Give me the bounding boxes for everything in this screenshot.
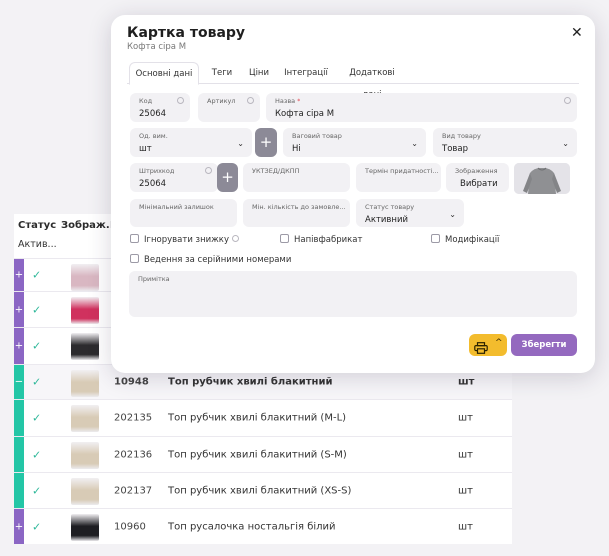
chevron-down-icon: ⌄ bbox=[562, 139, 569, 148]
cell-name: Топ русалочка ностальгія білий bbox=[168, 521, 336, 532]
cell-name: Топ рубчик хвилі блакитний (XS-S) bbox=[168, 485, 352, 496]
status-check-icon: ✓ bbox=[32, 411, 42, 425]
cell-code: 10948 bbox=[114, 376, 149, 388]
table-row[interactable]: + ✓ 10960 Топ русалочка ностальгія білий шт bbox=[14, 508, 512, 544]
collapse-row-toggle[interactable]: − bbox=[14, 365, 24, 399]
product-thumbnail bbox=[71, 405, 99, 432]
help-icon bbox=[177, 97, 184, 104]
cell-name: Топ рубчик хвилі блакитний (M-L) bbox=[168, 412, 347, 424]
image-picker[interactable]: Зображення Вибрати bbox=[446, 163, 509, 192]
code-value: 25064 bbox=[139, 109, 167, 119]
table-row[interactable]: ✓ 202135 Топ рубчик хвилі блакитний (M-L) ш… bbox=[14, 399, 512, 436]
product-thumbnail bbox=[71, 442, 99, 469]
close-icon[interactable]: ✕ bbox=[571, 25, 583, 41]
help-icon bbox=[564, 97, 571, 104]
cell-code: 202135 bbox=[114, 412, 153, 424]
save-button[interactable]: Зберегти bbox=[511, 334, 577, 356]
product-thumbnail bbox=[71, 370, 99, 397]
unit-select[interactable]: Од. вим. шт ⌄ bbox=[130, 128, 252, 157]
modal-title: Картка товару bbox=[127, 25, 246, 41]
choose-image-link[interactable]: Вибрати bbox=[460, 179, 498, 189]
chevron-down-icon: ⌄ bbox=[237, 139, 244, 148]
expand-row-toggle[interactable]: + bbox=[14, 328, 24, 364]
add-barcode-button[interactable]: + bbox=[217, 163, 238, 192]
product-thumbnail bbox=[71, 333, 99, 360]
add-unit-button[interactable]: + bbox=[255, 128, 277, 157]
product-thumbnail bbox=[71, 478, 99, 505]
tab-main-data[interactable]: Основні дані bbox=[129, 62, 199, 85]
name-field[interactable]: Назва * Кофта сіра М bbox=[266, 93, 577, 122]
table-row[interactable]: ✓ 202136 Топ рубчик хвилі блакитний (S-M) ш… bbox=[14, 436, 512, 472]
help-icon bbox=[247, 97, 254, 104]
tab-integrations[interactable]: Інтеграції bbox=[281, 62, 331, 84]
modifications-checkbox[interactable]: Модифікації bbox=[431, 234, 499, 246]
row-group-bar bbox=[14, 437, 24, 472]
ignore-discount-checkbox[interactable]: Ігнорувати знижку bbox=[130, 234, 239, 246]
product-type-select[interactable]: Вид товару Товар ⌄ bbox=[433, 128, 577, 157]
status-check-icon: ✓ bbox=[32, 448, 42, 461]
table-row[interactable]: ✓ 202137 Топ рубчик хвилі блакитний (XS-S)… bbox=[14, 472, 512, 508]
status-check-icon: ✓ bbox=[32, 375, 42, 389]
chevron-down-icon: ⌄ bbox=[449, 210, 456, 219]
product-thumbnail bbox=[71, 514, 99, 541]
weight-select[interactable]: Ваговий товар Ні ⌄ bbox=[283, 128, 426, 157]
shelf-life-field[interactable]: Термін придатності... bbox=[356, 163, 441, 192]
cell-unit: шт bbox=[458, 376, 475, 388]
help-icon bbox=[205, 167, 212, 174]
article-field[interactable]: Артикул bbox=[198, 93, 260, 122]
cell-unit: шт bbox=[458, 412, 473, 424]
serial-numbers-checkbox[interactable]: Ведення за серійними номерами bbox=[130, 254, 291, 266]
modal-tabs: Основні дані Теги Ціни Інтеграції Додатк… bbox=[127, 62, 579, 100]
uktzed-field[interactable]: УКТЗЕД/ДКПП bbox=[243, 163, 350, 192]
tab-prices[interactable]: Ціни bbox=[245, 62, 273, 84]
modal-subtitle: Кофта сіра М bbox=[127, 42, 187, 52]
status-filter-value[interactable]: Актив... bbox=[18, 239, 64, 250]
tab-tags[interactable]: Теги bbox=[207, 62, 237, 84]
expand-row-toggle[interactable]: + bbox=[14, 259, 24, 291]
status-check-icon: ✓ bbox=[32, 339, 42, 353]
semi-product-checkbox[interactable]: Напівфабрикат bbox=[280, 234, 362, 246]
cell-name: Топ рубчик хвилі блакитний (S-M) bbox=[168, 449, 347, 460]
chevron-up-icon[interactable]: ^ bbox=[495, 338, 503, 348]
status-check-icon: ✓ bbox=[32, 303, 42, 316]
printer-icon bbox=[474, 339, 488, 358]
status-check-icon: ✓ bbox=[32, 520, 42, 533]
status-check-icon: ✓ bbox=[32, 268, 42, 282]
chevron-down-icon: ⌄ bbox=[411, 139, 418, 148]
name-value: Кофта сіра М bbox=[275, 109, 335, 119]
tab-additional-data[interactable]: Додаткові дані bbox=[339, 62, 405, 100]
cell-unit: шт bbox=[458, 485, 473, 496]
row-group-bar bbox=[14, 400, 24, 436]
cell-code: 202136 bbox=[114, 449, 153, 460]
status-select[interactable]: Статус товару Активний ⌄ bbox=[356, 199, 464, 227]
cell-unit: шт bbox=[458, 449, 473, 460]
status-check-icon: ✓ bbox=[32, 484, 42, 497]
app-screen: Статус Актив... Зображ. К +✓+✓+✓−✓10948Т… bbox=[0, 0, 609, 556]
expand-row-toggle[interactable]: + bbox=[14, 292, 24, 327]
expand-row-toggle[interactable]: + bbox=[14, 509, 24, 544]
product-photo bbox=[514, 163, 570, 194]
code-field[interactable]: Код 25064 bbox=[130, 93, 190, 122]
product-card-modal: Картка товару Кофта сіра М ✕ Основні дан… bbox=[111, 15, 595, 373]
print-button[interactable]: ^ bbox=[469, 334, 507, 356]
row-group-bar bbox=[14, 473, 24, 508]
product-thumbnail bbox=[71, 264, 99, 291]
cell-unit: шт bbox=[458, 521, 473, 532]
barcode-field[interactable]: Штрихкод 25064 bbox=[130, 163, 218, 192]
cell-code: 202137 bbox=[114, 485, 153, 496]
help-icon bbox=[231, 235, 239, 242]
min-stock-field[interactable]: Мінімальний залишок bbox=[130, 199, 237, 227]
cell-name: Топ рубчик хвилі блакитний bbox=[168, 376, 333, 388]
note-textarea[interactable]: Примітка bbox=[129, 271, 577, 317]
min-order-field[interactable]: Мін. кількість до замовле... bbox=[243, 199, 350, 227]
product-thumbnail bbox=[71, 297, 99, 324]
column-header-status[interactable]: Статус Актив... bbox=[14, 214, 64, 258]
cell-code: 10960 bbox=[114, 521, 146, 532]
